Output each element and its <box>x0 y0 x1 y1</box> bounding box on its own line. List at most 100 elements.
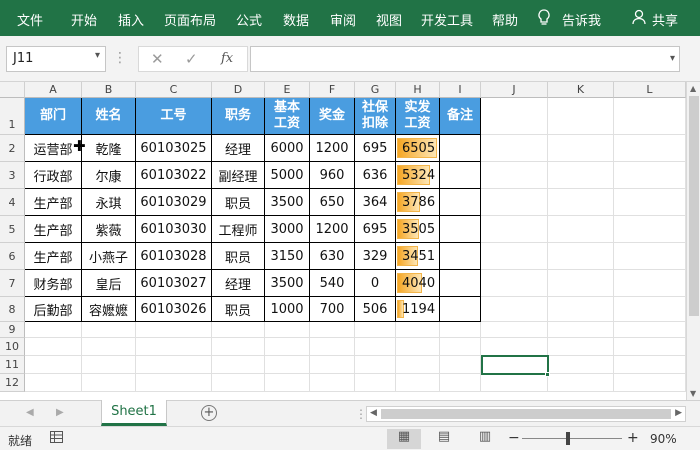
row-header-12[interactable]: 12 <box>0 374 25 392</box>
cell[interactable] <box>614 322 686 338</box>
fx-icon[interactable]: fx <box>221 51 233 66</box>
table-cell[interactable]: 永琪 <box>82 189 136 216</box>
table-cell[interactable] <box>440 162 481 189</box>
zoom-slider[interactable] <box>522 438 622 439</box>
cell[interactable] <box>614 216 686 243</box>
scroll-down-icon[interactable]: ▼ <box>690 389 696 398</box>
cell[interactable] <box>548 162 614 189</box>
cell[interactable] <box>614 243 686 270</box>
table-header-cell[interactable]: 实发 工资 <box>396 98 440 135</box>
cell[interactable] <box>440 374 481 392</box>
table-cell[interactable]: 60103025 <box>136 135 212 162</box>
table-cell[interactable]: 6505 <box>396 135 440 162</box>
column-header-e[interactable]: E <box>265 82 310 98</box>
cell[interactable] <box>614 297 686 322</box>
table-cell[interactable] <box>440 189 481 216</box>
cell[interactable] <box>614 270 686 297</box>
select-all-corner[interactable] <box>0 82 25 98</box>
table-cell[interactable]: 行政部 <box>25 162 82 189</box>
sheet-tab-sheet1[interactable]: Sheet1 <box>101 400 167 426</box>
cell[interactable] <box>548 216 614 243</box>
table-cell[interactable]: 5324 <box>396 162 440 189</box>
tab-formulas[interactable]: 公式 <box>236 10 262 29</box>
cell[interactable] <box>25 322 82 338</box>
more-options-icon[interactable]: ⋮ <box>113 50 127 66</box>
table-cell[interactable]: 506 <box>355 297 396 322</box>
table-cell[interactable]: 容嬷嬷 <box>82 297 136 322</box>
table-cell[interactable]: 经理 <box>212 270 265 297</box>
row-header-3[interactable]: 3 <box>0 162 25 189</box>
cell[interactable] <box>265 356 310 374</box>
cell[interactable] <box>265 338 310 356</box>
cell[interactable] <box>548 322 614 338</box>
check-icon[interactable]: ✓ <box>185 50 198 68</box>
zoom-out-button[interactable]: − <box>508 430 520 446</box>
table-cell[interactable]: 经理 <box>212 135 265 162</box>
cell[interactable] <box>440 322 481 338</box>
cell[interactable] <box>481 189 548 216</box>
row-header-1[interactable]: 1 <box>0 98 25 135</box>
table-cell[interactable]: 生产部 <box>25 189 82 216</box>
table-cell[interactable]: 60103030 <box>136 216 212 243</box>
cell[interactable] <box>614 356 686 374</box>
cell[interactable] <box>265 322 310 338</box>
cell[interactable] <box>481 162 548 189</box>
table-header-cell[interactable]: 姓名 <box>82 98 136 135</box>
chevron-down-icon[interactable]: ▾ <box>670 53 675 64</box>
tell-me-search[interactable]: 告诉我 <box>562 10 601 29</box>
row-header-10[interactable]: 10 <box>0 338 25 356</box>
cell[interactable] <box>265 374 310 392</box>
row-header-2[interactable]: 2 <box>0 135 25 162</box>
add-sheet-icon[interactable]: + <box>201 405 217 421</box>
zoom-in-button[interactable]: + <box>627 430 639 446</box>
cell[interactable] <box>310 356 355 374</box>
table-cell[interactable]: 乾隆 <box>82 135 136 162</box>
table-cell[interactable]: 3500 <box>265 270 310 297</box>
tab-developer[interactable]: 开发工具 <box>421 10 473 29</box>
cell[interactable] <box>614 374 686 392</box>
column-header-k[interactable]: K <box>548 82 614 98</box>
table-header-cell[interactable]: 备注 <box>440 98 481 135</box>
cell[interactable] <box>481 243 548 270</box>
column-header-j[interactable]: J <box>481 82 548 98</box>
row-header-7[interactable]: 7 <box>0 270 25 297</box>
table-cell[interactable]: 364 <box>355 189 396 216</box>
table-cell[interactable]: 60103029 <box>136 189 212 216</box>
table-cell[interactable]: 尔康 <box>82 162 136 189</box>
table-cell[interactable]: 5000 <box>265 162 310 189</box>
cell[interactable] <box>481 135 548 162</box>
table-cell[interactable]: 生产部 <box>25 243 82 270</box>
cell[interactable] <box>212 356 265 374</box>
cell[interactable] <box>212 322 265 338</box>
column-header-g[interactable]: G <box>355 82 396 98</box>
cell[interactable] <box>355 338 396 356</box>
row-header-8[interactable]: 8 <box>0 297 25 322</box>
cell[interactable] <box>548 338 614 356</box>
scroll-left-icon[interactable]: ◀ <box>370 408 377 418</box>
column-header-f[interactable]: F <box>310 82 355 98</box>
horizontal-scrollbar[interactable]: ◀ ▶ <box>366 406 686 422</box>
cell[interactable] <box>548 374 614 392</box>
table-cell[interactable]: 329 <box>355 243 396 270</box>
table-cell[interactable]: 职员 <box>212 297 265 322</box>
cell[interactable] <box>440 338 481 356</box>
cell[interactable] <box>136 356 212 374</box>
cell[interactable] <box>548 243 614 270</box>
vertical-scrollbar[interactable]: ▲ ▼ <box>686 82 700 400</box>
table-cell[interactable]: 636 <box>355 162 396 189</box>
page-layout-view-icon[interactable]: ▤ <box>427 429 461 449</box>
cell[interactable] <box>548 98 614 135</box>
zoom-level[interactable]: 90% <box>650 432 677 446</box>
table-cell[interactable]: 695 <box>355 216 396 243</box>
row-header-11[interactable]: 11 <box>0 356 25 374</box>
column-header-a[interactable]: A <box>25 82 82 98</box>
cell[interactable] <box>440 356 481 374</box>
next-sheet-icon[interactable]: ▶ <box>56 407 64 418</box>
cell[interactable] <box>25 356 82 374</box>
table-cell[interactable]: 60103027 <box>136 270 212 297</box>
table-cell[interactable] <box>440 270 481 297</box>
cell[interactable] <box>25 374 82 392</box>
cell[interactable] <box>82 338 136 356</box>
cell[interactable] <box>396 322 440 338</box>
normal-view-icon[interactable]: ▦ <box>387 429 421 449</box>
